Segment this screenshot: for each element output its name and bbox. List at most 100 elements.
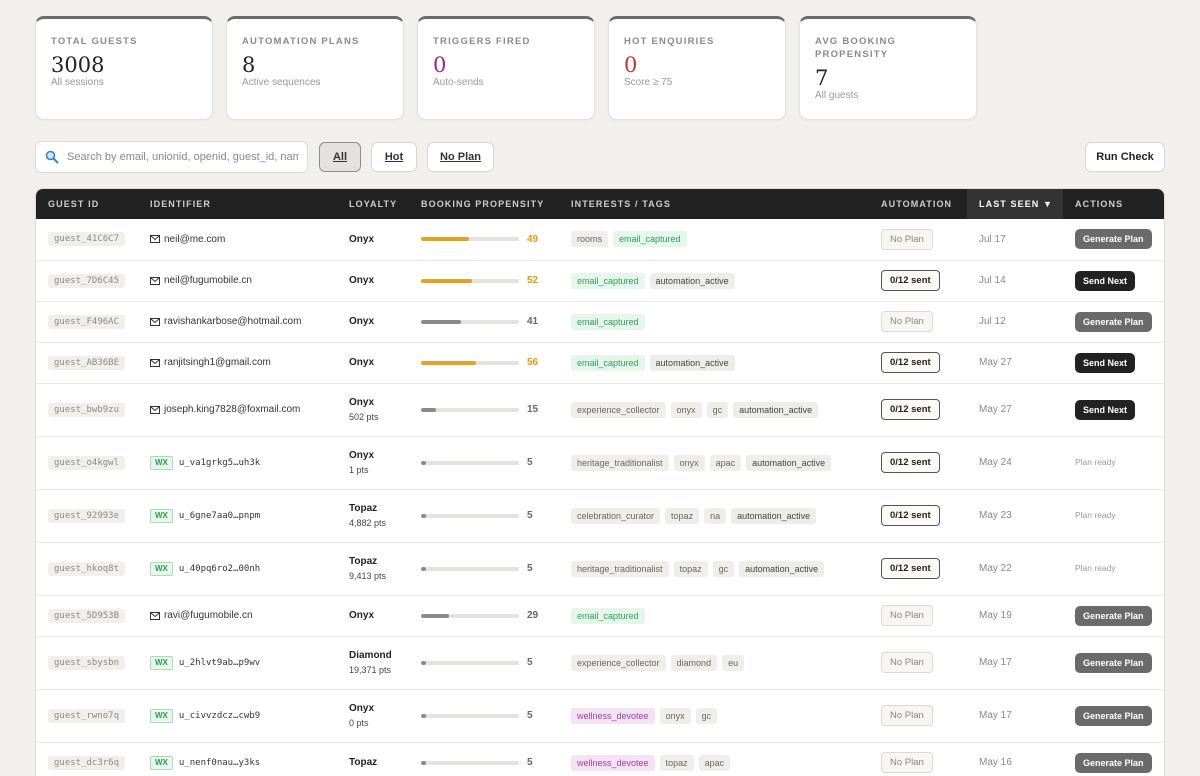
propensity-value: 41	[527, 316, 539, 327]
generate-plan-button[interactable]: Generate Plan	[1075, 605, 1152, 626]
tag: automation_active	[731, 507, 817, 524]
automation-status[interactable]: 0/12 sent	[881, 452, 940, 473]
col-actions[interactable]: ACTIONS	[1063, 189, 1164, 219]
table-row[interactable]: guest_dc3r6q WX u_nenf0nau…y3ks Topaz 5 welln…	[36, 742, 1164, 776]
propensity-track	[421, 660, 519, 665]
identifier-text: u_va1grkg5…uh3k	[178, 457, 261, 468]
identifier: WX u_nenf0nau…y3ks	[150, 755, 337, 770]
cell-automation: 0/12 sent	[869, 542, 967, 596]
identifier: WX u_6gne7aa0…pnpm	[150, 508, 337, 523]
generate-plan-button[interactable]: Generate Plan	[1075, 311, 1152, 332]
generate-plan-button[interactable]: Generate Plan	[1075, 652, 1152, 673]
filter-hot-button[interactable]: Hot	[371, 142, 417, 172]
propensity-fill	[421, 460, 426, 465]
generate-plan-button[interactable]: Generate Plan	[1075, 752, 1152, 773]
cell-identifier: ravishankarbose@hotmail.com	[138, 301, 337, 343]
automation-status[interactable]: 0/12 sent	[881, 270, 940, 291]
col-last-seen[interactable]: LAST SEEN ▼	[967, 189, 1063, 219]
loyalty-tier: Onyx	[349, 397, 375, 408]
run-check-button[interactable]: Run Check	[1085, 142, 1165, 172]
identifier: neil@fugumobile.cn	[150, 275, 337, 286]
automation-status[interactable]: 0/12 sent	[881, 505, 940, 526]
loyalty-points: 19,371 pts	[349, 665, 392, 675]
tag: celebration_curator	[571, 507, 661, 524]
table-row[interactable]: guest_41C6C7 neil@me.com Onyx 49 rooms email_…	[36, 219, 1164, 261]
loyalty-tier: Onyx	[349, 610, 375, 621]
propensity-fill	[421, 760, 426, 765]
tag: onyx	[670, 401, 702, 418]
guest-id: guest_AB36BE	[48, 355, 126, 370]
cell-automation: No Plan	[869, 219, 967, 261]
col-interests-tags[interactable]: INTERESTS / TAGS	[559, 189, 869, 219]
search-input[interactable]	[67, 151, 299, 163]
loyalty-points: 502 pts	[349, 412, 379, 422]
table-row[interactable]: guest_5D953B ravi@fugumobile.cn Onyx 29 emai…	[36, 595, 1164, 637]
loyalty-tier: Onyx	[349, 357, 375, 368]
filter-all-button[interactable]: All	[319, 142, 361, 172]
cell-identifier: WX u_va1grkg5…uh3k	[138, 436, 337, 490]
send-next-button[interactable]: Send Next	[1075, 352, 1136, 373]
identifier-text: ranjitsingh1@gmail.com	[164, 357, 271, 368]
identifier: ravishankarbose@hotmail.com	[150, 316, 337, 327]
cell-guest-id: guest_rwno7q	[36, 689, 138, 743]
tag: automation_active	[649, 354, 735, 371]
table-header-row: GUEST ID IDENTIFIER LOYALTY BOOKING PROP…	[36, 189, 1164, 219]
guest-id: guest_dc3r6q	[48, 755, 126, 770]
propensity-value: 52	[527, 275, 539, 286]
mail-icon	[150, 317, 160, 326]
tag: apac	[709, 454, 742, 471]
cell-tags: heritage_traditionalist topaz gc automation…	[559, 542, 869, 596]
propensity-fill	[421, 319, 461, 324]
col-identifier[interactable]: IDENTIFIER	[138, 189, 337, 219]
stat-value: 3008	[51, 53, 105, 77]
propensity-track	[421, 513, 519, 518]
cell-guest-id: guest_5D953B	[36, 595, 138, 637]
identifier-text: u_2hlvt9ab…p9wv	[178, 657, 261, 668]
generate-plan-button[interactable]: Generate Plan	[1075, 705, 1152, 726]
table-row[interactable]: guest_o4kgwl WX u_va1grkg5…uh3k Onyx 1 pts 5 h…	[36, 436, 1164, 490]
propensity-fill	[421, 513, 426, 518]
cell-actions: Generate Plan	[1063, 689, 1164, 743]
tag: na	[704, 507, 727, 524]
cell-last-seen: May 27	[967, 383, 1063, 437]
cell-automation: No Plan	[869, 636, 967, 690]
cell-actions: Generate Plan	[1063, 301, 1164, 343]
table-row[interactable]: guest_rwno7q WX u_civvzdcz…cwb9 Onyx 0 pts 5 w…	[36, 689, 1164, 743]
table-row[interactable]: guest_92993e WX u_6gne7aa0…pnpm Topaz 4,882 …	[36, 489, 1164, 543]
propensity-track	[421, 713, 519, 718]
propensity-value: 5	[527, 710, 533, 721]
automation-status: No Plan	[881, 311, 933, 332]
send-next-button[interactable]: Send Next	[1075, 399, 1136, 420]
cell-guest-id: guest_o4kgwl	[36, 436, 138, 490]
generate-plan-button[interactable]: Generate Plan	[1075, 229, 1152, 250]
plan-ready-label: Plan ready	[1075, 510, 1116, 520]
table-row[interactable]: guest_F496AC ravishankarbose@hotmail.com O…	[36, 301, 1164, 343]
table-row[interactable]: guest_7D6C45 neil@fugumobile.cn Onyx 52 emai…	[36, 260, 1164, 302]
mail-icon	[150, 358, 160, 367]
send-next-button[interactable]: Send Next	[1075, 270, 1136, 291]
wechat-badge: WX	[150, 755, 173, 770]
last-seen: May 17	[979, 657, 1012, 668]
table-row[interactable]: guest_sbysbn WX u_2hlvt9ab…p9wv Diamond 19,3…	[36, 636, 1164, 690]
table-row[interactable]: guest_hkoq8t WX u_40pq6ro2…00nh Topaz 9,413 …	[36, 542, 1164, 596]
table-row[interactable]: guest_AB36BE ranjitsingh1@gmail.com Onyx 56…	[36, 342, 1164, 384]
tag: rooms	[571, 231, 609, 248]
propensity: 52	[421, 275, 559, 286]
cell-last-seen: May 17	[967, 689, 1063, 743]
propensity-fill	[421, 360, 476, 365]
col-automation[interactable]: AUTOMATION	[869, 189, 967, 219]
propensity: 56	[421, 357, 559, 368]
tag: wellness_devotee	[571, 754, 655, 771]
col-loyalty[interactable]: LOYALTY	[337, 189, 409, 219]
automation-status[interactable]: 0/12 sent	[881, 558, 940, 579]
search-box[interactable]	[35, 141, 308, 173]
col-guest-id[interactable]: GUEST ID	[36, 189, 138, 219]
propensity-track	[421, 360, 519, 365]
table-row[interactable]: guest_bwb9zu joseph.king7828@foxmail.com O…	[36, 383, 1164, 437]
tag: apac	[698, 754, 731, 771]
filter-no-plan-button[interactable]: No Plan	[427, 142, 494, 172]
automation-status[interactable]: 0/12 sent	[881, 399, 940, 420]
automation-status[interactable]: 0/12 sent	[881, 352, 940, 373]
propensity-track	[421, 613, 519, 618]
col-booking-propensity[interactable]: BOOKING PROPENSITY	[409, 189, 559, 219]
